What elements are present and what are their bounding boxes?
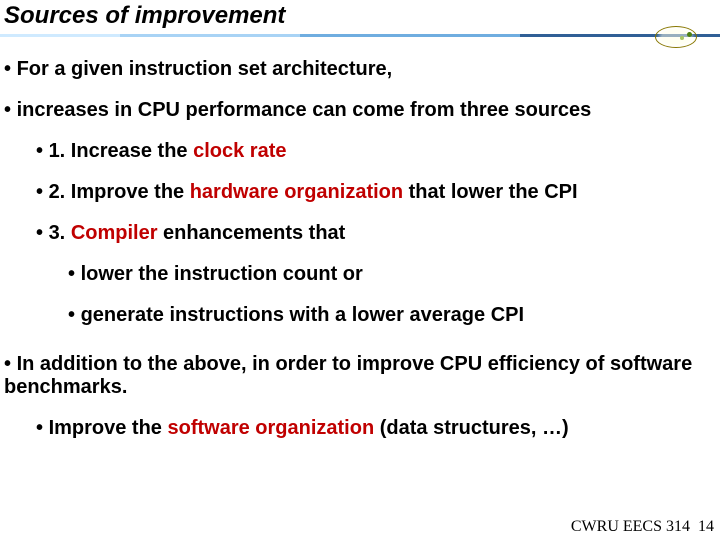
highlight-red: hardware organization <box>190 181 403 203</box>
slide: Sources of improvement For a given instr… <box>0 0 720 540</box>
text: that lower the CPI <box>403 181 577 203</box>
bullet-level0: For a given instruction set architecture… <box>4 58 716 81</box>
bullet-level1: Improve the software organization (data … <box>36 417 716 440</box>
bullet-level0: In addition to the above, in order to im… <box>4 353 716 399</box>
decorative-halo-icon <box>655 26 697 48</box>
bullet-level1: 2. Improve the hardware organization tha… <box>36 181 716 204</box>
highlight-red: clock rate <box>193 140 286 162</box>
footer-page-number: 14 <box>698 518 714 535</box>
bullet-level1: 1. Increase the clock rate <box>36 140 716 163</box>
halo-dot-icon <box>687 32 692 37</box>
text: 3. <box>49 222 71 244</box>
text: Improve the <box>49 417 168 439</box>
highlight-red: software organization <box>167 417 374 439</box>
bullet-level1: 3. Compiler enhancements that <box>36 222 716 245</box>
text: 2. Improve the <box>49 181 190 203</box>
footer-course: CWRU EECS 314 <box>571 518 690 535</box>
content-area: For a given instruction set architecture… <box>4 58 716 458</box>
bullet-level2: lower the instruction count or <box>68 263 716 286</box>
bullet-level0: increases in CPU performance can come fr… <box>4 99 716 122</box>
halo-dot-icon <box>680 36 684 40</box>
slide-footer: CWRU EECS 314 14 <box>571 518 714 536</box>
slide-title: Sources of improvement <box>4 2 285 30</box>
title-underline <box>0 34 720 37</box>
bullet-level2: generate instructions with a lower avera… <box>68 304 716 327</box>
text: (data structures, …) <box>374 417 568 439</box>
text: enhancements that <box>158 222 346 244</box>
highlight-red: Compiler <box>71 222 158 244</box>
text: 1. Increase the <box>49 140 194 162</box>
